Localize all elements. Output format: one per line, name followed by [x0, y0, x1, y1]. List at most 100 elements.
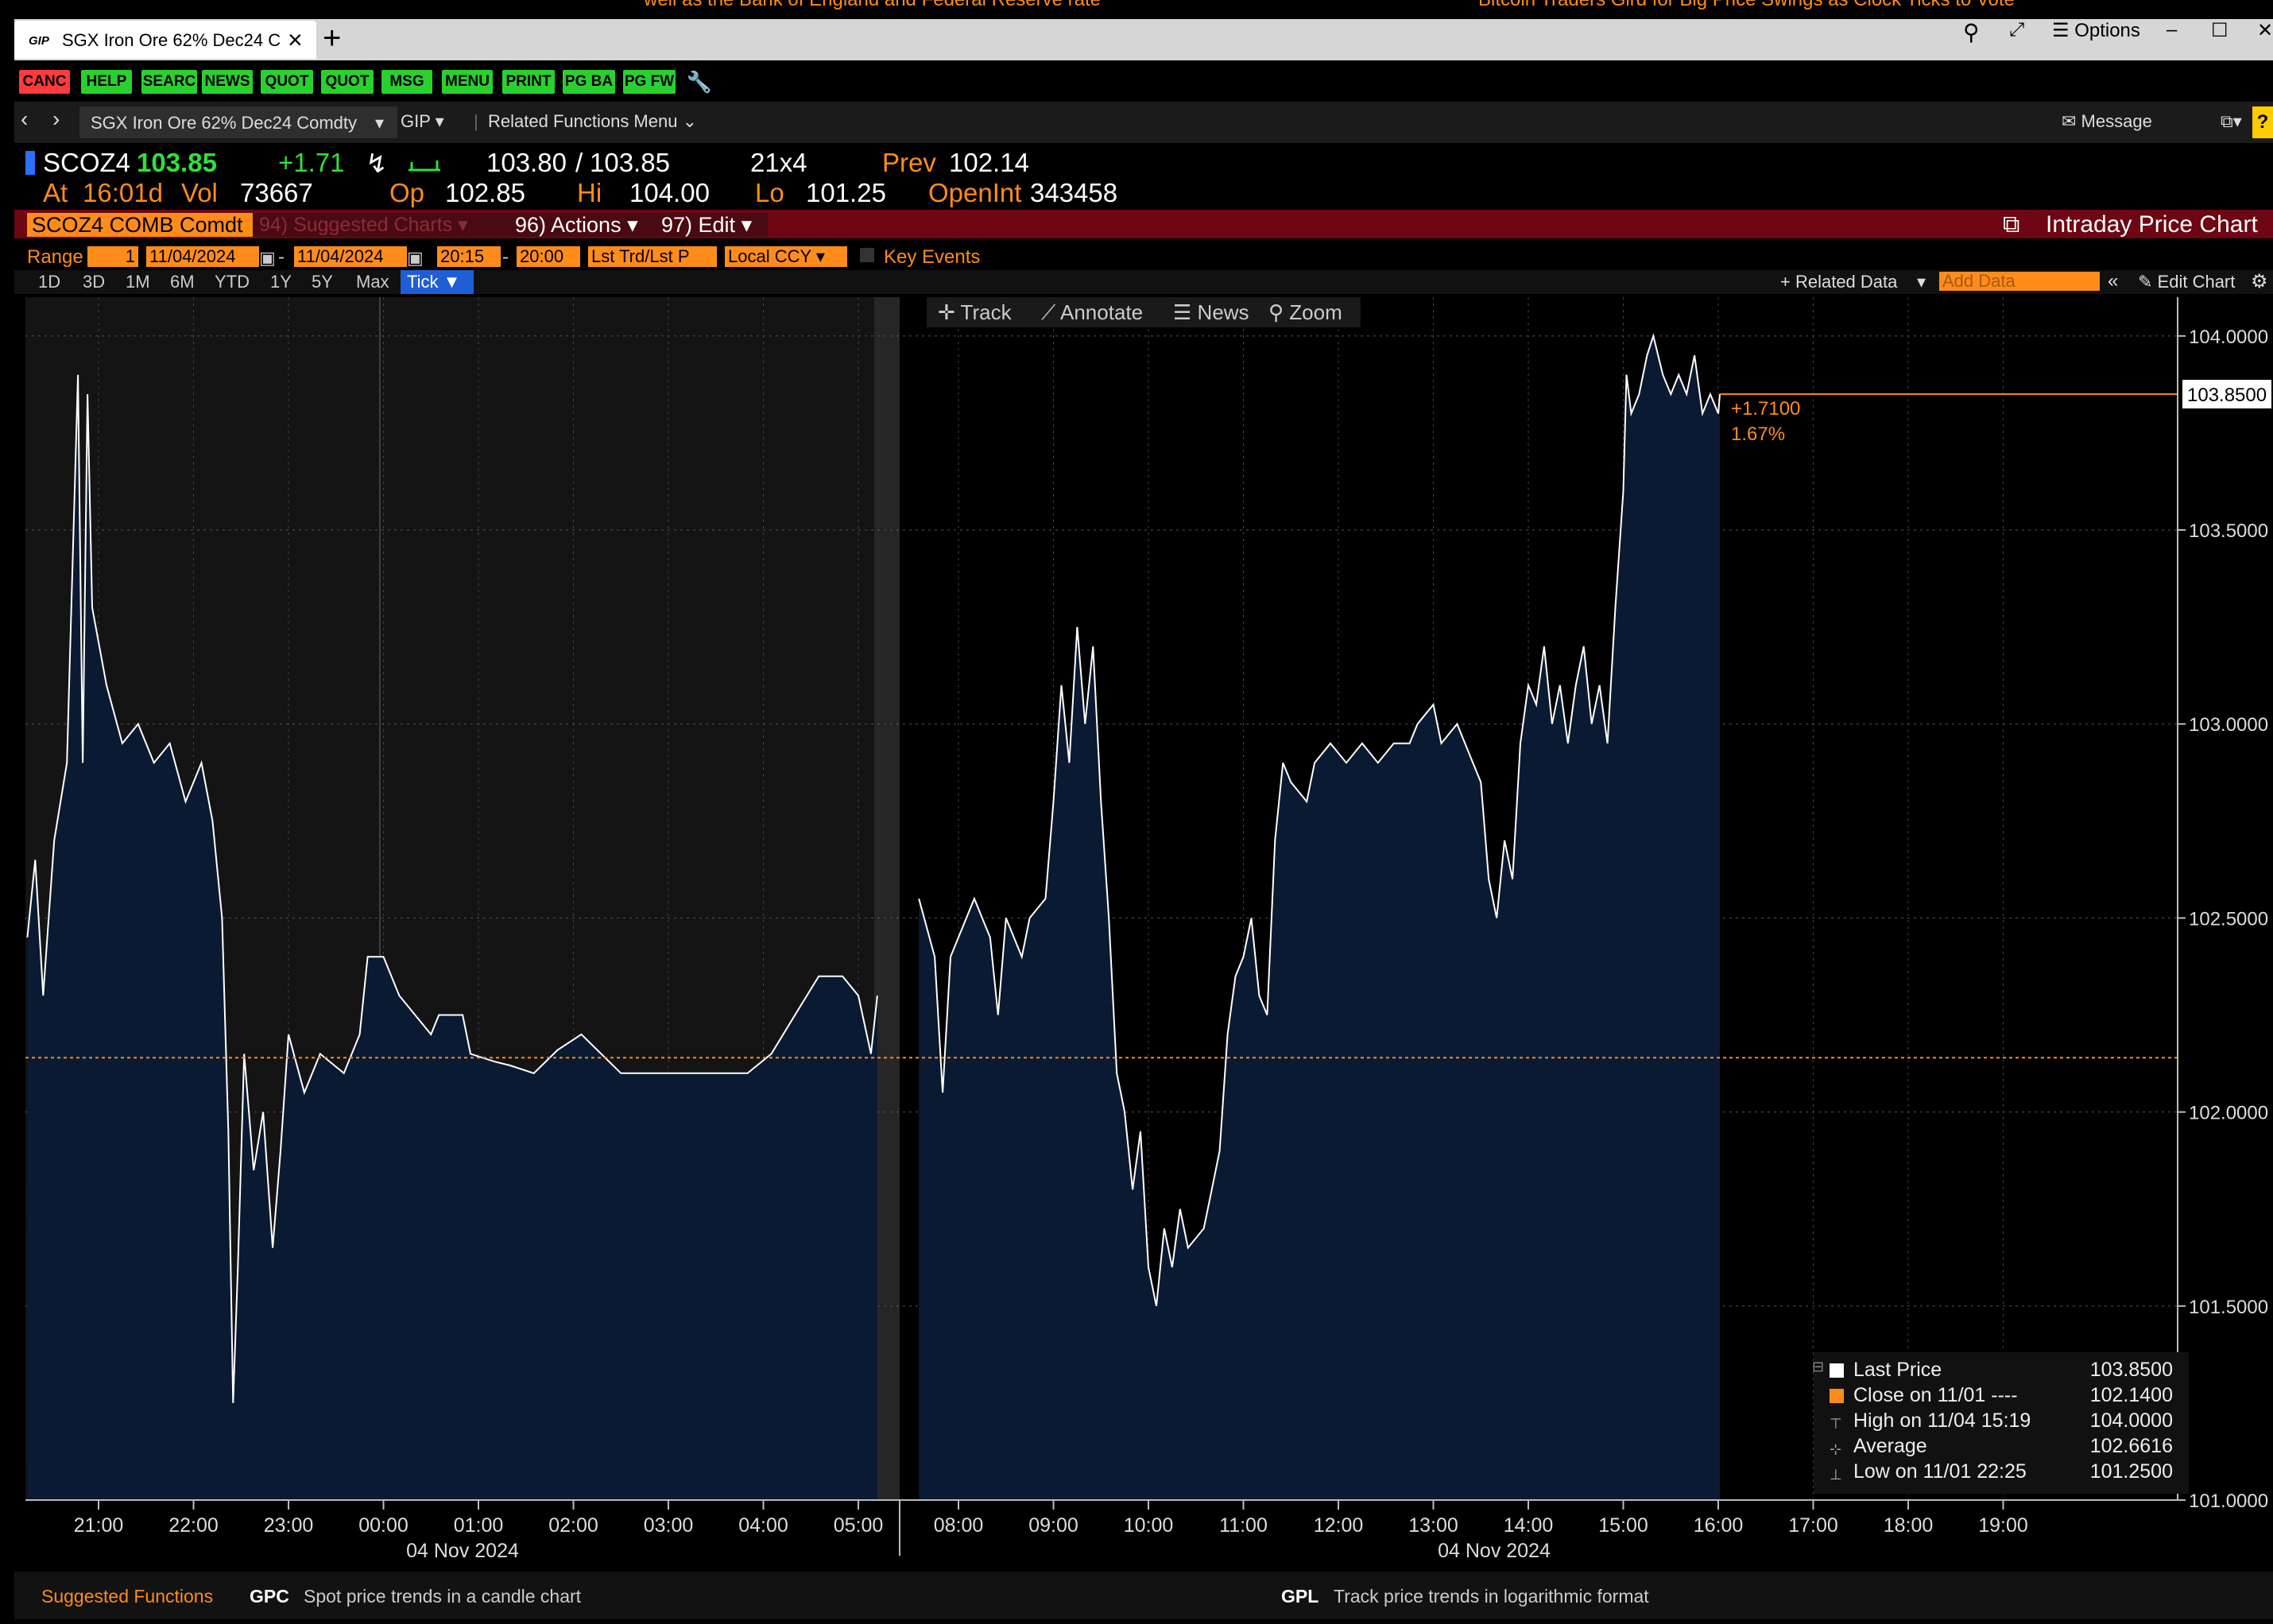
toolbar-button[interactable]: PRINT [502, 70, 555, 94]
help-icon[interactable]: ? [2252, 106, 2273, 138]
x-tick-label: 16:00 [1694, 1514, 1744, 1537]
layout-icon[interactable]: ⧉▾ [2221, 111, 2242, 132]
x-tick-label: 02:00 [548, 1514, 598, 1537]
period-1d[interactable]: 1D [38, 272, 60, 292]
period-1y[interactable]: 1Y [270, 272, 292, 292]
legend-row-last-price: Last Price 103.8500 [1830, 1359, 2179, 1382]
time-dash: - [502, 246, 509, 268]
track-tool[interactable]: ✛ Track [938, 300, 1012, 325]
forward-arrow-icon[interactable]: › [52, 106, 60, 132]
calendar-icon[interactable]: ▣ [259, 248, 276, 269]
popout-icon[interactable]: ⧉ [2003, 211, 2019, 238]
low-marker-icon: ⊥ [1830, 1467, 1842, 1483]
time-to-field[interactable]: 20:00 [517, 246, 580, 267]
security-field[interactable]: SCOZ4 COMB Comdt [27, 213, 262, 237]
toolbar-button[interactable]: HELP [81, 70, 132, 94]
legend-collapse-icon[interactable]: ⊟ [1812, 1359, 1824, 1375]
security-selector[interactable]: SGX Iron Ore 62% Dec24 Comdty ▾ [79, 106, 397, 138]
x-tick-label: 13:00 [1408, 1514, 1458, 1537]
related-functions-menu[interactable]: Related Functions Menu ⌄ [488, 111, 697, 132]
x-tick-label: 01:00 [454, 1514, 504, 1537]
x-tick-label: 08:00 [934, 1514, 984, 1537]
fullscreen-icon[interactable]: ⤢ [2009, 19, 2024, 41]
y-tick-label: 103.5000 [2189, 520, 2268, 542]
open-value: 102.85 [445, 178, 525, 207]
period-6m[interactable]: 6M [170, 272, 195, 292]
message-button[interactable]: ✉ Message [2062, 111, 2152, 132]
edit-chart-button[interactable]: ✎ Edit Chart [2138, 272, 2235, 292]
legend-swatch-white [1830, 1363, 1844, 1378]
ticker-headline-right[interactable]: Bitcoin Traders Gird for Big Price Swing… [1478, 0, 2015, 11]
maximize-icon[interactable]: ☐ [2211, 19, 2228, 42]
quote-last-price: 103.85 [137, 148, 217, 177]
back-arrow-icon[interactable]: ‹ [21, 106, 28, 132]
news-ticker[interactable]: well as the Bank of England and Federal … [0, 0, 2273, 17]
annotate-tool[interactable]: ⟋ Annotate [1041, 300, 1143, 326]
gpc-function-link[interactable]: GPC [250, 1586, 289, 1607]
gear-icon[interactable]: ⚙ [2251, 270, 2268, 293]
action-bar: SCOZ4 COMB Comdt 94) Suggested Charts ▾ … [14, 210, 2273, 238]
tab-gip[interactable]: GIP SGX Iron Ore 62% Dec24 C × [14, 21, 316, 59]
currency-dropdown[interactable]: Local CCY ▾ [725, 246, 847, 267]
quote-ask: 103.85 [590, 148, 670, 177]
calendar-icon[interactable]: ▣ [407, 248, 424, 269]
legend-swatch-orange [1830, 1389, 1844, 1403]
ticker-headline-left[interactable]: well as the Bank of England and Federal … [644, 0, 1101, 11]
toolbar-button[interactable]: NEWS [202, 70, 253, 94]
related-data-button[interactable]: + Related Data [1780, 272, 1897, 292]
toolbar-button[interactable]: SEARC [141, 70, 197, 94]
news-tool[interactable]: ☰ News [1173, 300, 1249, 325]
zoom-tool[interactable]: ⚲ Zoom [1268, 300, 1342, 325]
add-data-input[interactable]: Add Data [1939, 272, 2100, 291]
toolbar-button[interactable]: MSG [381, 70, 432, 94]
openint-value: 343458 [1030, 178, 1118, 207]
close-window-icon[interactable]: ✕ [2257, 19, 2273, 42]
function-selector[interactable]: GIP ▾ [401, 111, 444, 132]
period-max[interactable]: Max [356, 272, 389, 292]
vol-label: Vol [181, 178, 218, 207]
gip-logo: GIP [29, 34, 49, 48]
gpl-function-link[interactable]: GPL [1281, 1586, 1318, 1607]
search-icon[interactable]: ⚲ [1963, 19, 1980, 45]
chart-title: Intraday Price Chart [2046, 211, 2258, 238]
session-gap [874, 297, 900, 1500]
period-3d[interactable]: 3D [83, 272, 105, 292]
key-events-checkbox[interactable] [860, 248, 874, 262]
collapse-icon[interactable]: « [2108, 270, 2118, 292]
close-tab-icon[interactable]: × [288, 25, 303, 55]
wrench-icon[interactable]: 🔧 [685, 70, 714, 94]
actions-menu[interactable]: 96) Actions ▾ [501, 213, 666, 237]
high-value: 104.00 [629, 178, 710, 207]
period-5y[interactable]: 5Y [312, 272, 333, 292]
toolbar-button[interactable]: CANC [19, 70, 70, 94]
price-type-field[interactable]: Lst Trd/Lst P [588, 246, 717, 267]
toolbar-button[interactable]: QUOT [321, 70, 374, 94]
x-tick-label: 11:00 [1219, 1514, 1268, 1537]
quote-size: 21x4 [750, 148, 807, 177]
toolbar-button[interactable]: QUOT [261, 70, 313, 94]
date-to-field[interactable]: 11/04/2024 [294, 246, 407, 267]
open-label: Op [389, 178, 425, 207]
range-value-field[interactable]: 1 [87, 246, 138, 267]
date-from-field[interactable]: 11/04/2024 [146, 246, 259, 267]
x-tick-label: 23:00 [264, 1514, 314, 1537]
toolbar-button[interactable]: PG FW [623, 70, 676, 94]
chevron-down-icon: ▾ [1917, 272, 1926, 292]
gpl-description[interactable]: Track price trends in logarithmic format [1334, 1586, 1649, 1607]
period-ytd[interactable]: YTD [215, 272, 250, 292]
suggested-charts-dropdown[interactable]: 94) Suggested Charts ▾ [253, 213, 512, 237]
gpc-description[interactable]: Spot price trends in a candle chart [304, 1586, 581, 1607]
minimize-icon[interactable]: – [2167, 19, 2177, 41]
x-tick-label: 17:00 [1788, 1514, 1838, 1537]
security-name: SGX Iron Ore 62% Dec24 Comdty [91, 113, 358, 133]
time-from-field[interactable]: 20:15 [437, 246, 501, 267]
quote-ticker: SCOZ4 [43, 148, 131, 177]
period-1m[interactable]: 1M [126, 272, 150, 292]
options-menu[interactable]: ☰ Options [2052, 19, 2140, 42]
edit-menu[interactable]: 97) Edit ▾ [650, 213, 768, 237]
toolbar-button[interactable]: MENU [442, 70, 493, 94]
toolbar-button[interactable]: PG BA [563, 70, 615, 94]
vol-value: 73667 [240, 178, 313, 207]
new-tab-icon[interactable]: + [323, 21, 341, 56]
tick-dropdown[interactable]: Tick ▼ [401, 270, 474, 294]
